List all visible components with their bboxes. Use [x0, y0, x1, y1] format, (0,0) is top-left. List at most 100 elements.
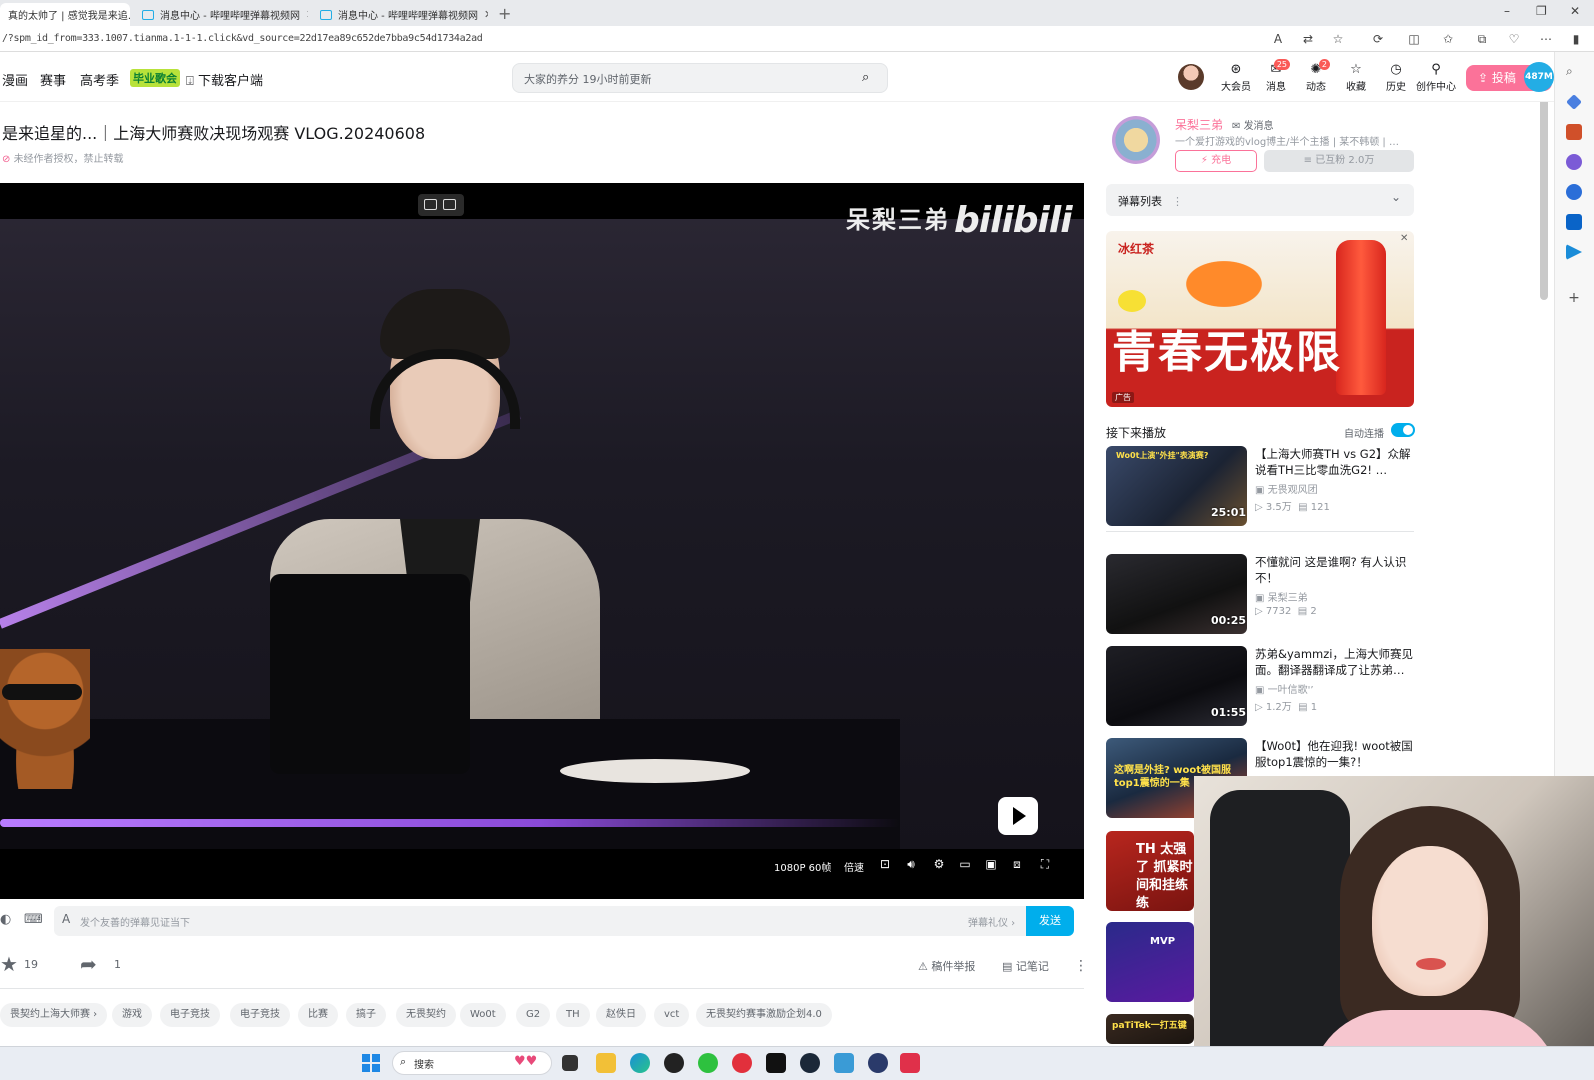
charge-button[interactable]: ⚡ 充电	[1175, 150, 1257, 172]
browser-tab[interactable]: 消息中心 - 哔哩哔哩弹幕视频网 ✕	[312, 3, 488, 26]
quality-selector[interactable]: 1080P 60帧	[774, 859, 831, 874]
read-aloud-icon[interactable]: A	[1270, 31, 1286, 47]
text-style-icon[interactable]: A	[62, 912, 70, 926]
close-icon[interactable]: ✕	[306, 8, 308, 21]
danmaku-input[interactable]	[54, 906, 1054, 936]
tag-chip[interactable]: G2	[516, 1003, 551, 1027]
browser-tab[interactable]: 消息中心 - 哔哩哔哩弹幕视频网 ✕	[134, 3, 308, 26]
video-uploader[interactable]: ▣ 呆梨三弟	[1255, 589, 1308, 604]
pip-icon[interactable]	[424, 199, 437, 210]
danmaku-etiquette-link[interactable]: 弹幕礼仪 ›	[968, 914, 1015, 929]
video-title-link[interactable]: 不懂就问 这是谁啊? 有人认识不！	[1255, 554, 1417, 586]
notes-button[interactable]: ▤ 记笔记	[1002, 958, 1049, 974]
nav-graduation-concert[interactable]: 毕业歌会	[130, 69, 180, 87]
edge-icon[interactable]	[630, 1053, 650, 1073]
video-thumbnail[interactable]: TH 太强了 抓紧时间和挂练练	[1106, 831, 1194, 911]
fullscreen-icon[interactable]: ⛶	[1038, 857, 1052, 871]
new-tab-icon[interactable]: +	[498, 4, 511, 23]
url-field[interactable]: /?spm_id_from=333.1007.tianma.1-1-1.clic…	[2, 33, 483, 44]
video-thumbnail[interactable]: paTiTek一打五键	[1106, 1014, 1194, 1044]
video-uploader[interactable]: ▣ 一叶信歌'’	[1255, 681, 1314, 696]
search-input[interactable]: 大家的养分 19小时前更新	[524, 71, 652, 87]
app-icon[interactable]	[834, 1053, 854, 1073]
video-title-link[interactable]: 【Wo0t】他在迎我! woot被国服top1震惊的一集?！	[1255, 738, 1417, 770]
close-icon[interactable]: ✕	[1400, 233, 1408, 244]
tag-chip[interactable]: 电子竞技	[230, 1003, 290, 1027]
widescreen-icon[interactable]: ▣	[984, 857, 998, 871]
window-close-icon[interactable]: ✕	[1570, 4, 1580, 18]
steam-icon[interactable]	[800, 1053, 820, 1073]
tag-chip[interactable]: 畏契约上海大师赛 ›	[0, 1003, 108, 1027]
file-explorer-icon[interactable]	[596, 1053, 616, 1073]
uploader-avatar[interactable]	[1112, 116, 1160, 164]
header-dynamic[interactable]: ✺ 2 动态	[1296, 59, 1336, 93]
kebab-icon[interactable]: ⋮	[1172, 195, 1183, 208]
favorite-icon[interactable]: ★	[0, 952, 18, 976]
game-client-icon[interactable]	[868, 1053, 888, 1073]
refresh-extension-icon[interactable]: ⟳	[1370, 31, 1386, 47]
pip-controls[interactable]	[418, 194, 464, 216]
nav-gaokao[interactable]: 高考季	[80, 70, 119, 89]
sidebar-toggle-icon[interactable]: ▮	[1568, 31, 1584, 47]
tag-chip[interactable]: TH	[556, 1003, 590, 1027]
settings-gear-icon[interactable]: ⚙	[932, 857, 946, 871]
header-vip[interactable]: ⊛ 大会员	[1216, 62, 1256, 93]
nav-esports[interactable]: 赛事	[40, 70, 66, 89]
favorite-star-icon[interactable]: ☆	[1330, 31, 1346, 47]
header-history[interactable]: ◷ 历史	[1376, 62, 1416, 93]
tag-chip[interactable]: vct	[654, 1003, 690, 1027]
video-uploader[interactable]: ▣ 无畏观风团	[1255, 481, 1318, 496]
avatar[interactable]	[1178, 64, 1204, 90]
tag-chip[interactable]: 电子竞技	[160, 1003, 220, 1027]
m365-icon[interactable]	[1566, 184, 1582, 200]
nav-download-client[interactable]: ⍗ 下载客户端	[186, 70, 263, 89]
collections-icon[interactable]: ⧉	[1474, 31, 1490, 47]
autoplay-toggle[interactable]	[1391, 423, 1415, 437]
search-icon[interactable]: ⌕	[862, 70, 869, 85]
close-icon[interactable]: ✕	[484, 8, 488, 21]
people-icon[interactable]	[1566, 154, 1582, 170]
tag-chip[interactable]: 无畏契约	[396, 1003, 456, 1027]
video-title-link[interactable]: 【上海大师赛TH vs G2】众解说看TH三比零血洗G2! …	[1255, 446, 1417, 478]
uploader-name[interactable]: 呆梨三弟	[1175, 116, 1223, 133]
more-menu-icon[interactable]: ⋯	[1538, 31, 1554, 47]
valorant-icon[interactable]	[900, 1053, 920, 1073]
tag-chip[interactable]: 赵佚日	[596, 1003, 646, 1027]
search-icon[interactable]: ⌕	[1566, 64, 1582, 80]
tag-chip[interactable]: 搞子	[346, 1003, 386, 1027]
danmaku-toggle-icon[interactable]: ◐	[0, 912, 11, 927]
task-view-icon[interactable]	[562, 1055, 578, 1071]
web-fullscreen-icon[interactable]: ⧈	[1010, 857, 1024, 871]
video-title-link[interactable]: 苏弟&yammzi，上海大师赛见面。翻译器翻译成了让苏弟…	[1255, 646, 1417, 678]
maximize-icon[interactable]: ❐	[1536, 4, 1547, 18]
speed-selector[interactable]: 倍速	[844, 859, 864, 874]
nav-manga[interactable]: 漫画	[2, 70, 28, 89]
netease-music-icon[interactable]	[732, 1053, 752, 1073]
volume-icon[interactable]: 🔊︎	[904, 857, 918, 871]
send-danmaku-button[interactable]: 发送	[1026, 906, 1074, 936]
wechat-icon[interactable]	[698, 1053, 718, 1073]
translate-icon[interactable]: ⇄	[1300, 31, 1316, 47]
capcut-icon[interactable]	[766, 1053, 786, 1073]
header-favorites[interactable]: ☆ 收藏	[1336, 62, 1376, 93]
toolbox-icon[interactable]	[1566, 124, 1582, 140]
pip-mode-icon[interactable]: ▭	[958, 857, 972, 871]
windows-start-icon[interactable]	[362, 1054, 380, 1072]
header-creator-center[interactable]: ⚲ 创作中心	[1412, 62, 1460, 93]
tag-chip[interactable]: 比赛	[298, 1003, 338, 1027]
more-actions-icon[interactable]: ⋮	[1074, 958, 1088, 974]
video-thumbnail[interactable]: MVP	[1106, 922, 1194, 1002]
share-icon[interactable]: ➦	[80, 952, 97, 976]
split-screen-icon[interactable]: ◫	[1406, 31, 1422, 47]
tag-chip[interactable]: 游戏	[112, 1003, 152, 1027]
outlook-icon[interactable]	[1566, 214, 1582, 230]
follow-button[interactable]: ≡ 已互粉 2.0万	[1264, 150, 1414, 172]
send-message-link[interactable]: ✉ 发消息	[1232, 117, 1274, 132]
favorites-icon[interactable]: ✩	[1440, 31, 1456, 47]
chevron-down-icon[interactable]: ⌄	[1391, 190, 1401, 204]
danmaku-settings-icon[interactable]: ⌨	[24, 912, 43, 927]
obs-icon[interactable]	[664, 1053, 684, 1073]
tag-chip[interactable]: Wo0t	[460, 1003, 506, 1027]
mini-player-icon[interactable]	[443, 199, 456, 210]
video-player[interactable]	[0, 183, 1084, 899]
